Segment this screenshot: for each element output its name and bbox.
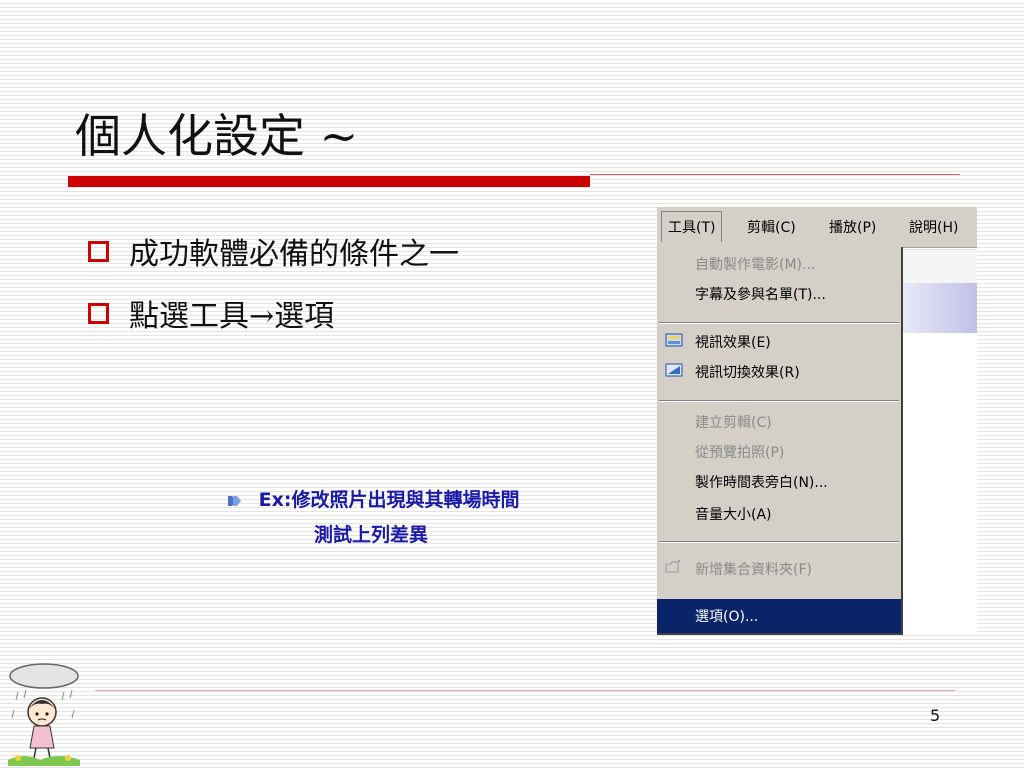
menu-item-new-collection-folder[interactable]: 新增集合資料夾(F): [695, 559, 812, 579]
menu-separator: [659, 541, 899, 543]
video-effects-icon: [665, 333, 683, 347]
menu-item-titles-credits[interactable]: 字幕及參與名單(T)...: [695, 284, 826, 304]
menu-edit-clips[interactable]: 剪輯(C): [747, 217, 796, 237]
menu-play[interactable]: 播放(P): [829, 217, 876, 237]
menu-item-options-label: 選項(O)...: [695, 609, 759, 625]
sub-note: Ex:修改照片出現與其轉場時間 測試上列差異: [228, 485, 519, 547]
sub-note-line2: 測試上列差異: [314, 524, 429, 546]
menu-item-split-clip[interactable]: 建立剪輯(C): [695, 412, 772, 432]
menu-separator: [659, 400, 899, 402]
menu-item-audio-levels[interactable]: 音量大小(A): [695, 504, 772, 524]
page-number: 5: [930, 706, 941, 725]
menu-item-narrate-timeline[interactable]: 製作時間表旁白(N)...: [695, 472, 828, 492]
menu-item-take-picture[interactable]: 從預覽拍照(P): [695, 442, 784, 462]
menu-item-video-transitions[interactable]: 視訊切換效果(R): [695, 362, 800, 382]
square-bullet-icon: [88, 302, 109, 324]
menu-item-auto-movie[interactable]: 自動製作電影(M)...: [695, 254, 815, 274]
menu-separator: [659, 322, 899, 324]
slide-title: 個人化設定 ~: [75, 109, 359, 163]
title-underline-bar: [68, 176, 590, 187]
title-underline-line: [590, 174, 960, 175]
tools-dropdown: 自動製作電影(M)... 字幕及參與名單(T)... 視訊效果(E) 視訊切換效…: [657, 247, 903, 635]
arrow-bullet-icon: [228, 495, 241, 506]
bullet-item: 點選工具→選項: [88, 282, 459, 344]
menu-bar: 工具(T) 剪輯(C) 播放(P) 說明(H): [657, 207, 977, 248]
menu-item-video-effects[interactable]: 視訊效果(E): [695, 332, 771, 352]
bullet-list: 成功軟體必備的條件之一 點選工具→選項: [88, 220, 459, 344]
menu-item-options[interactable]: 選項(O)...: [657, 599, 901, 633]
sub-note-line1: Ex:修改照片出現與其轉場時間: [258, 489, 520, 511]
cartoon-girl-rain-cloud-icon: [8, 663, 80, 766]
new-folder-icon: [665, 559, 681, 573]
menu-help[interactable]: 說明(H): [909, 217, 958, 237]
bullet-text: 成功軟體必備的條件之一: [129, 237, 459, 272]
video-transitions-icon: [665, 363, 683, 377]
menu-screenshot: 工具(T) 剪輯(C) 播放(P) 說明(H) 自動製作電影(M)... 字幕及…: [657, 207, 977, 635]
menu-tools[interactable]: 工具(T): [661, 211, 723, 242]
background-window-gradient: [903, 283, 977, 333]
bullet-item: 成功軟體必備的條件之一: [88, 220, 459, 282]
square-bullet-icon: [88, 240, 109, 262]
footer-divider: [95, 690, 955, 691]
background-window-strip: [903, 249, 977, 286]
bullet-text: 點選工具→選項: [129, 299, 335, 334]
